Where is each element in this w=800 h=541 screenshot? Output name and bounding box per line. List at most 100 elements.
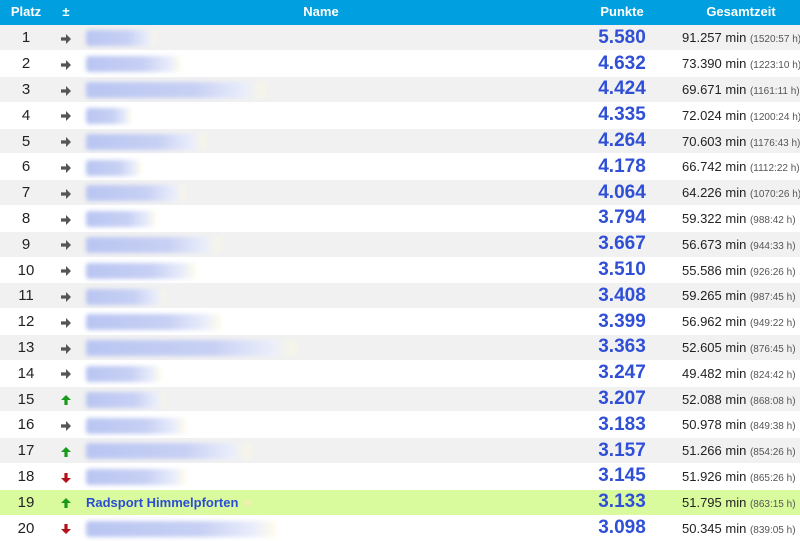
total-minutes: 52.088 min [682,391,747,407]
rank-number: 6 [0,153,52,181]
ranking-table-body: 1 5.580 91.257 min (1520:57 h) 2 4.632 73.390… [0,25,800,541]
total-time-cell: 69.671 min (1161:11 h) [682,76,800,103]
table-row: 9 3.667 56.673 min (944:33 h) [0,231,800,258]
total-time-cell: 59.265 min (987:45 h) [682,282,800,310]
team-name-blurred[interactable] [86,82,266,99]
table-row: 8 3.794 59.322 min (988:42 h) [0,205,800,232]
team-name-cell [80,515,562,541]
team-name-blurred[interactable] [86,391,166,408]
trend-cell [52,334,80,361]
team-name-blurred[interactable] [86,56,181,73]
team-name-blurred[interactable] [86,211,156,228]
trend-cell [52,153,80,181]
team-name-cell [80,102,562,129]
total-hours: (926:26 h) [749,266,796,278]
team-name-blurred[interactable] [86,185,186,202]
team-name-cell [80,76,562,103]
total-minutes: 70.603 min [682,133,747,149]
total-hours: (1161:11 h) [749,85,800,97]
column-header-gesamtzeit[interactable]: Gesamtzeit [682,0,800,25]
ranking-table: Platz ± Name Punkte Gesamtzeit 1 5.580 91.… [0,0,800,541]
trend-cell [52,50,80,78]
team-name-blurred[interactable] [86,469,186,486]
team-name-blurred[interactable] [86,314,221,331]
arrow-right-icon [59,135,73,149]
total-minutes: 59.322 min [682,210,747,226]
arrow-up-icon [59,445,73,459]
team-name-blurred[interactable] [86,159,141,176]
total-minutes: 56.673 min [682,236,747,252]
total-hours: (944:33 h) [749,240,796,252]
points-value: 4.064 [562,179,682,207]
team-name-blurred[interactable] [86,30,156,47]
total-time-cell: 73.390 min (1223:10 h) [682,50,800,78]
team-name-blurred[interactable] [86,236,221,253]
total-minutes: 72.024 min [682,107,747,123]
team-name-cell [80,360,562,387]
table-row: 18 3.145 51.926 min (865:26 h) [0,463,800,490]
team-name-blurred[interactable] [86,288,166,305]
trend-cell [52,386,80,413]
table-row: 4 4.335 72.024 min (1200:24 h) [0,102,800,129]
ranking-table-header: Platz ± Name Punkte Gesamtzeit [0,0,800,25]
column-header-change[interactable]: ± [52,0,80,25]
total-time-cell: 66.742 min (1112:22 h) [682,153,800,181]
total-hours: (824:42 h) [749,369,796,381]
arrow-right-icon [59,187,73,201]
team-name-blurred[interactable] [86,133,206,150]
total-minutes: 51.266 min [682,443,747,459]
table-row: 11 3.408 59.265 min (987:45 h) [0,282,800,310]
team-name-cell [80,205,562,232]
total-hours: (865:26 h) [749,472,796,484]
rank-number: 11 [0,282,52,310]
arrow-right-icon [59,419,73,433]
column-header-name[interactable]: Name [80,0,562,25]
rank-number: 18 [0,463,52,490]
rank-number: 9 [0,231,52,258]
arrow-right-icon [59,238,73,252]
column-header-platz[interactable]: Platz [0,0,52,25]
total-time-cell: 52.605 min (876:45 h) [682,334,800,361]
total-time-cell: 55.586 min (926:26 h) [682,257,800,284]
total-minutes: 50.345 min [682,520,747,536]
total-time-cell: 51.266 min (854:26 h) [682,437,800,465]
table-row: 7 4.064 64.226 min (1070:26 h) [0,179,800,207]
points-value: 3.794 [562,205,682,232]
trend-cell [52,489,80,516]
team-name-cell [80,128,562,155]
rank-number: 3 [0,76,52,103]
points-value: 3.399 [562,308,682,336]
rank-number: 15 [0,386,52,413]
team-name-blurred[interactable] [86,443,251,460]
table-row: 12 3.399 56.962 min (949:22 h) [0,308,800,336]
total-time-cell: 70.603 min (1176:43 h) [682,128,800,155]
team-name-blurred[interactable] [86,262,196,279]
team-name-blurred[interactable] [86,417,186,434]
team-name-cell [80,179,562,207]
points-value: 3.157 [562,437,682,465]
total-time-cell: 52.088 min (868:08 h) [682,386,800,413]
rank-number: 2 [0,50,52,78]
team-name-link[interactable]: Radsport Himmelpforten [86,495,238,510]
points-value: 3.133 [562,489,682,516]
table-row: 19 Radsport Himmelpforten ★ 3.133 51.795 min… [0,489,800,516]
team-name-blurred[interactable] [86,340,296,357]
team-name-blurred[interactable] [86,520,276,537]
trend-cell [52,437,80,465]
total-minutes: 66.742 min [682,159,747,175]
column-header-punkte[interactable]: Punkte [562,0,682,25]
arrow-right-icon [59,109,73,123]
team-name-cell [80,437,562,465]
total-minutes: 64.226 min [682,185,747,201]
total-time-cell: 56.673 min (944:33 h) [682,231,800,258]
points-value: 3.183 [562,411,682,439]
table-row: 1 5.580 91.257 min (1520:57 h) [0,25,800,52]
total-time-cell: 64.226 min (1070:26 h) [682,179,800,207]
total-time-cell: 91.257 min (1520:57 h) [682,25,800,52]
team-name-blurred[interactable] [86,365,161,382]
points-value: 3.098 [562,515,682,541]
total-time-cell: 51.926 min (865:26 h) [682,463,800,490]
team-name-blurred[interactable] [86,107,131,124]
team-name-cell: Radsport Himmelpforten ★ [80,489,562,516]
rank-number: 1 [0,25,52,52]
